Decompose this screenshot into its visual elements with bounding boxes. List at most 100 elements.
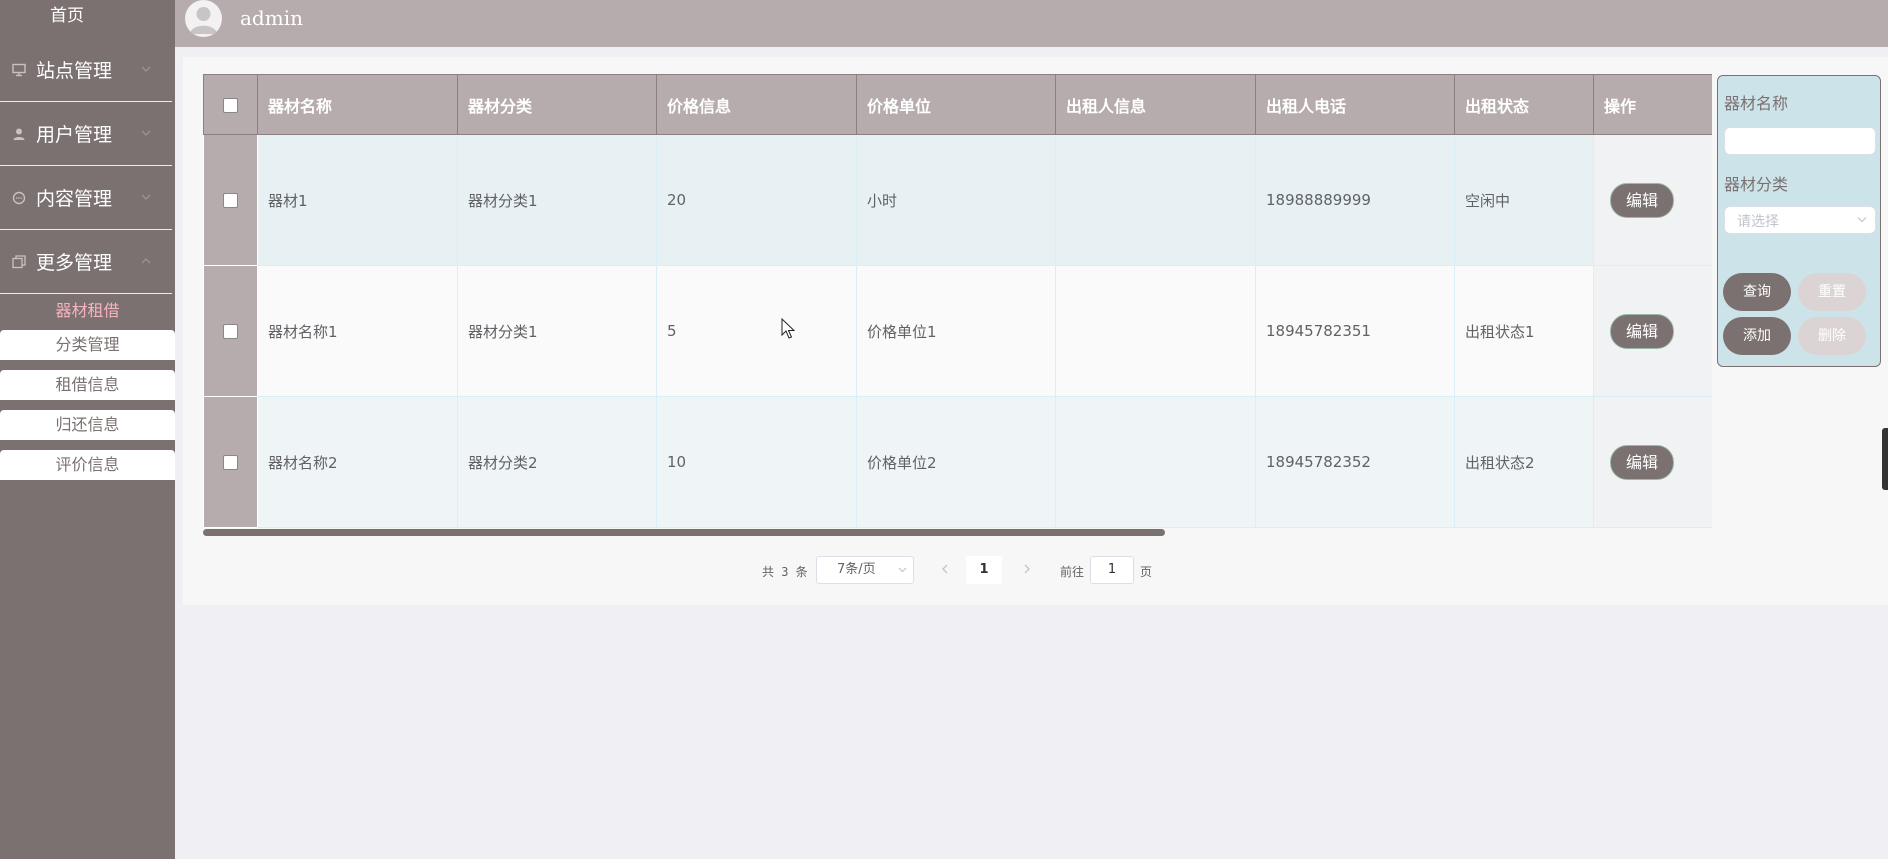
edit-button[interactable]: 编辑 — [1610, 313, 1674, 349]
avatar[interactable] — [185, 0, 222, 37]
cell-price: 10 — [656, 396, 857, 528]
sidebar-item-category[interactable]: 分类管理 — [0, 330, 175, 365]
sidebar-group-label: 用户管理 — [36, 124, 113, 146]
goto-page-input[interactable]: 1 — [1090, 556, 1134, 584]
delete-button[interactable]: 删除 — [1798, 317, 1866, 355]
page-size-value: 7条/页 — [837, 562, 876, 577]
prev-page-button[interactable] — [930, 556, 960, 584]
cell-renter — [1055, 134, 1256, 266]
edit-button[interactable]: 编辑 — [1610, 444, 1674, 480]
monitor-icon — [12, 63, 26, 77]
category-label: 器材分类 — [1724, 175, 1789, 194]
table-row[interactable]: 器材名称2 器材分类2 10 价格单位2 18945782352 出租状态2 编… — [203, 396, 1712, 528]
sidebar-item-equipment-rental[interactable]: 器材租借 — [0, 298, 175, 324]
category-select[interactable]: 请选择 — [1724, 206, 1876, 234]
chevron-down-icon — [141, 66, 151, 72]
cell-renter — [1055, 265, 1256, 397]
row-checkbox-cell — [203, 134, 258, 266]
page-suffix: 页 — [1140, 565, 1153, 579]
table-row[interactable]: 器材名称1 器材分类1 5 价格单位1 18945782351 出租状态1 编辑 — [203, 265, 1712, 397]
column-header[interactable]: 出租人信息 — [1055, 74, 1256, 135]
cell-name: 器材1 — [257, 134, 458, 266]
equipment-table: 器材名称 器材分类 价格信息 价格单位 出租人信息 出租人电话 出租状态 操作 … — [203, 74, 1712, 539]
page-number-current[interactable]: 1 — [966, 556, 1002, 584]
query-button[interactable]: 查询 — [1723, 273, 1791, 311]
pagination-total: 共 3 条 — [762, 565, 808, 579]
reset-button[interactable]: 重置 — [1798, 273, 1866, 311]
cell-category: 器材分类1 — [457, 265, 657, 397]
cell-category: 器材分类2 — [457, 396, 657, 528]
side-drawer-handle[interactable] — [1882, 428, 1888, 490]
copy-icon — [12, 255, 26, 269]
sidebar-group-content[interactable]: 内容管理 — [0, 167, 172, 230]
sidebar-group-label: 内容管理 — [36, 188, 113, 210]
cell-renter — [1055, 396, 1256, 528]
cell-price: 20 — [656, 134, 857, 266]
column-header[interactable]: 出租人电话 — [1255, 74, 1455, 135]
row-checkbox[interactable] — [223, 193, 238, 208]
cell-actions: 编辑 — [1593, 265, 1712, 397]
sidebar-item-return-info[interactable]: 归还信息 — [0, 410, 175, 445]
cell-actions: 编辑 — [1593, 396, 1712, 528]
chevron-up-icon — [141, 258, 151, 264]
chevron-right-icon — [1024, 564, 1030, 574]
sidebar: 首页 站点管理 用户管理 内容管理 更多管理 器材租借 分类管理 租借信息 归还… — [0, 0, 175, 859]
cell-phone: 18945782351 — [1255, 265, 1455, 397]
cell-status: 出租状态1 — [1454, 265, 1594, 397]
page-size-select[interactable]: 7条/页 — [816, 556, 914, 584]
top-bar: admin — [175, 0, 1888, 47]
cell-actions: 编辑 — [1593, 134, 1712, 266]
cell-unit: 小时 — [856, 134, 1056, 266]
cell-name: 器材名称2 — [257, 396, 458, 528]
add-button[interactable]: 添加 — [1723, 317, 1791, 355]
cell-unit: 价格单位2 — [856, 396, 1056, 528]
edit-button[interactable]: 编辑 — [1610, 182, 1674, 218]
mouse-cursor-icon — [781, 318, 795, 339]
goto-label: 前往 — [1060, 565, 1085, 579]
table-header-row: 器材名称 器材分类 价格信息 价格单位 出租人信息 出租人电话 出租状态 操作 — [203, 74, 1712, 135]
cell-phone: 18945782352 — [1255, 396, 1455, 528]
table-horizontal-scrollbar[interactable] — [203, 529, 1165, 536]
cell-price: 5 — [656, 265, 857, 397]
cell-phone: 18988889999 — [1255, 134, 1455, 266]
column-header[interactable]: 出租状态 — [1454, 74, 1594, 135]
sidebar-group-label: 更多管理 — [36, 252, 113, 274]
chevron-down-icon — [141, 194, 151, 200]
row-checkbox[interactable] — [223, 455, 238, 470]
column-header[interactable]: 价格单位 — [856, 74, 1056, 135]
cell-status: 空闲中 — [1454, 134, 1594, 266]
chat-icon — [12, 191, 26, 205]
select-all-checkbox-cell — [203, 74, 258, 135]
chevron-down-icon — [1857, 217, 1867, 223]
name-label: 器材名称 — [1724, 94, 1789, 113]
search-panel: 器材名称 器材分类 请选择 查询 重置 添加 删除 — [1717, 75, 1881, 367]
next-page-button[interactable] — [1012, 556, 1042, 584]
column-header[interactable]: 价格信息 — [656, 74, 857, 135]
category-placeholder: 请选择 — [1737, 214, 1779, 230]
row-checkbox-cell — [203, 396, 258, 528]
sidebar-group-site[interactable]: 站点管理 — [0, 39, 172, 102]
cell-unit: 价格单位1 — [856, 265, 1056, 397]
column-header[interactable]: 操作 — [1593, 74, 1712, 135]
column-header[interactable]: 器材分类 — [457, 74, 657, 135]
table-row[interactable]: 器材1 器材分类1 20 小时 18988889999 空闲中 编辑 — [203, 134, 1712, 266]
username: admin — [240, 6, 303, 30]
sidebar-item-rental-info[interactable]: 租借信息 — [0, 370, 175, 405]
sidebar-group-label: 站点管理 — [36, 60, 113, 82]
cell-name: 器材名称1 — [257, 265, 458, 397]
user-avatar-icon — [190, 7, 217, 34]
chevron-down-icon — [898, 567, 907, 573]
sidebar-item-review-info[interactable]: 评价信息 — [0, 450, 175, 485]
sidebar-home-link[interactable]: 首页 — [0, 0, 134, 32]
cell-status: 出租状态2 — [1454, 396, 1594, 528]
sidebar-group-more[interactable]: 更多管理 — [0, 231, 172, 294]
select-all-checkbox[interactable] — [223, 98, 238, 113]
name-search-input[interactable] — [1724, 127, 1876, 155]
sidebar-group-user[interactable]: 用户管理 — [0, 103, 172, 166]
row-checkbox-cell — [203, 265, 258, 397]
cell-category: 器材分类1 — [457, 134, 657, 266]
user-icon — [13, 128, 25, 140]
row-checkbox[interactable] — [223, 324, 238, 339]
column-header[interactable]: 器材名称 — [257, 74, 458, 135]
chevron-left-icon — [942, 564, 948, 574]
